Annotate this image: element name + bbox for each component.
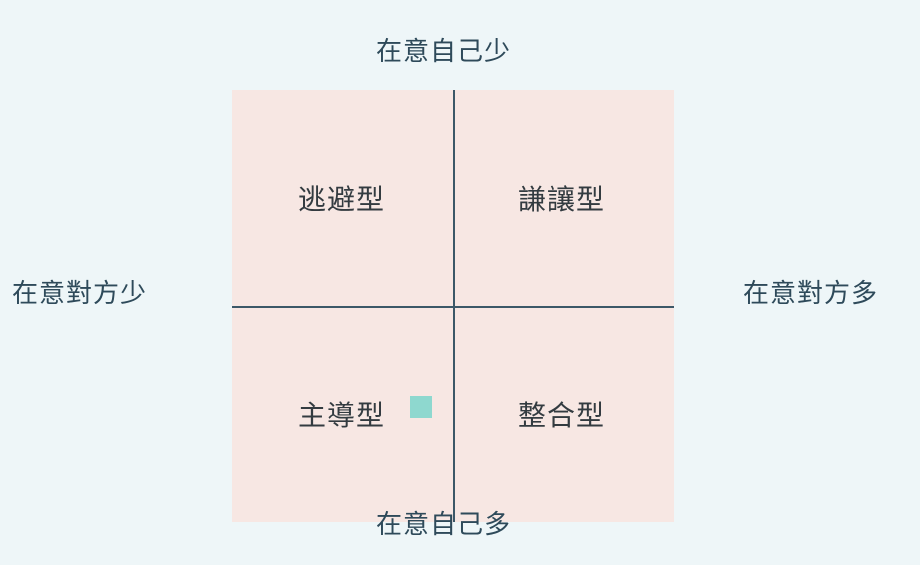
quadrant-grid: 逃避型 謙讓型 主導型 整合型 xyxy=(232,90,674,522)
axis-label-left: 在意對方少 xyxy=(12,279,148,309)
marker-square xyxy=(410,396,432,418)
quadrant-top-left-label: 逃避型 xyxy=(298,183,386,216)
quadrant-top-right-label: 謙讓型 xyxy=(518,183,606,216)
axis-label-right: 在意對方多 xyxy=(743,279,879,309)
axis-label-top: 在意自己少 xyxy=(376,37,512,67)
vertical-axis-line xyxy=(453,90,455,522)
quadrant-bottom-right-label: 整合型 xyxy=(518,399,606,432)
axis-label-bottom: 在意自己多 xyxy=(376,510,512,540)
quadrant-bottom-left-label: 主導型 xyxy=(298,399,386,432)
